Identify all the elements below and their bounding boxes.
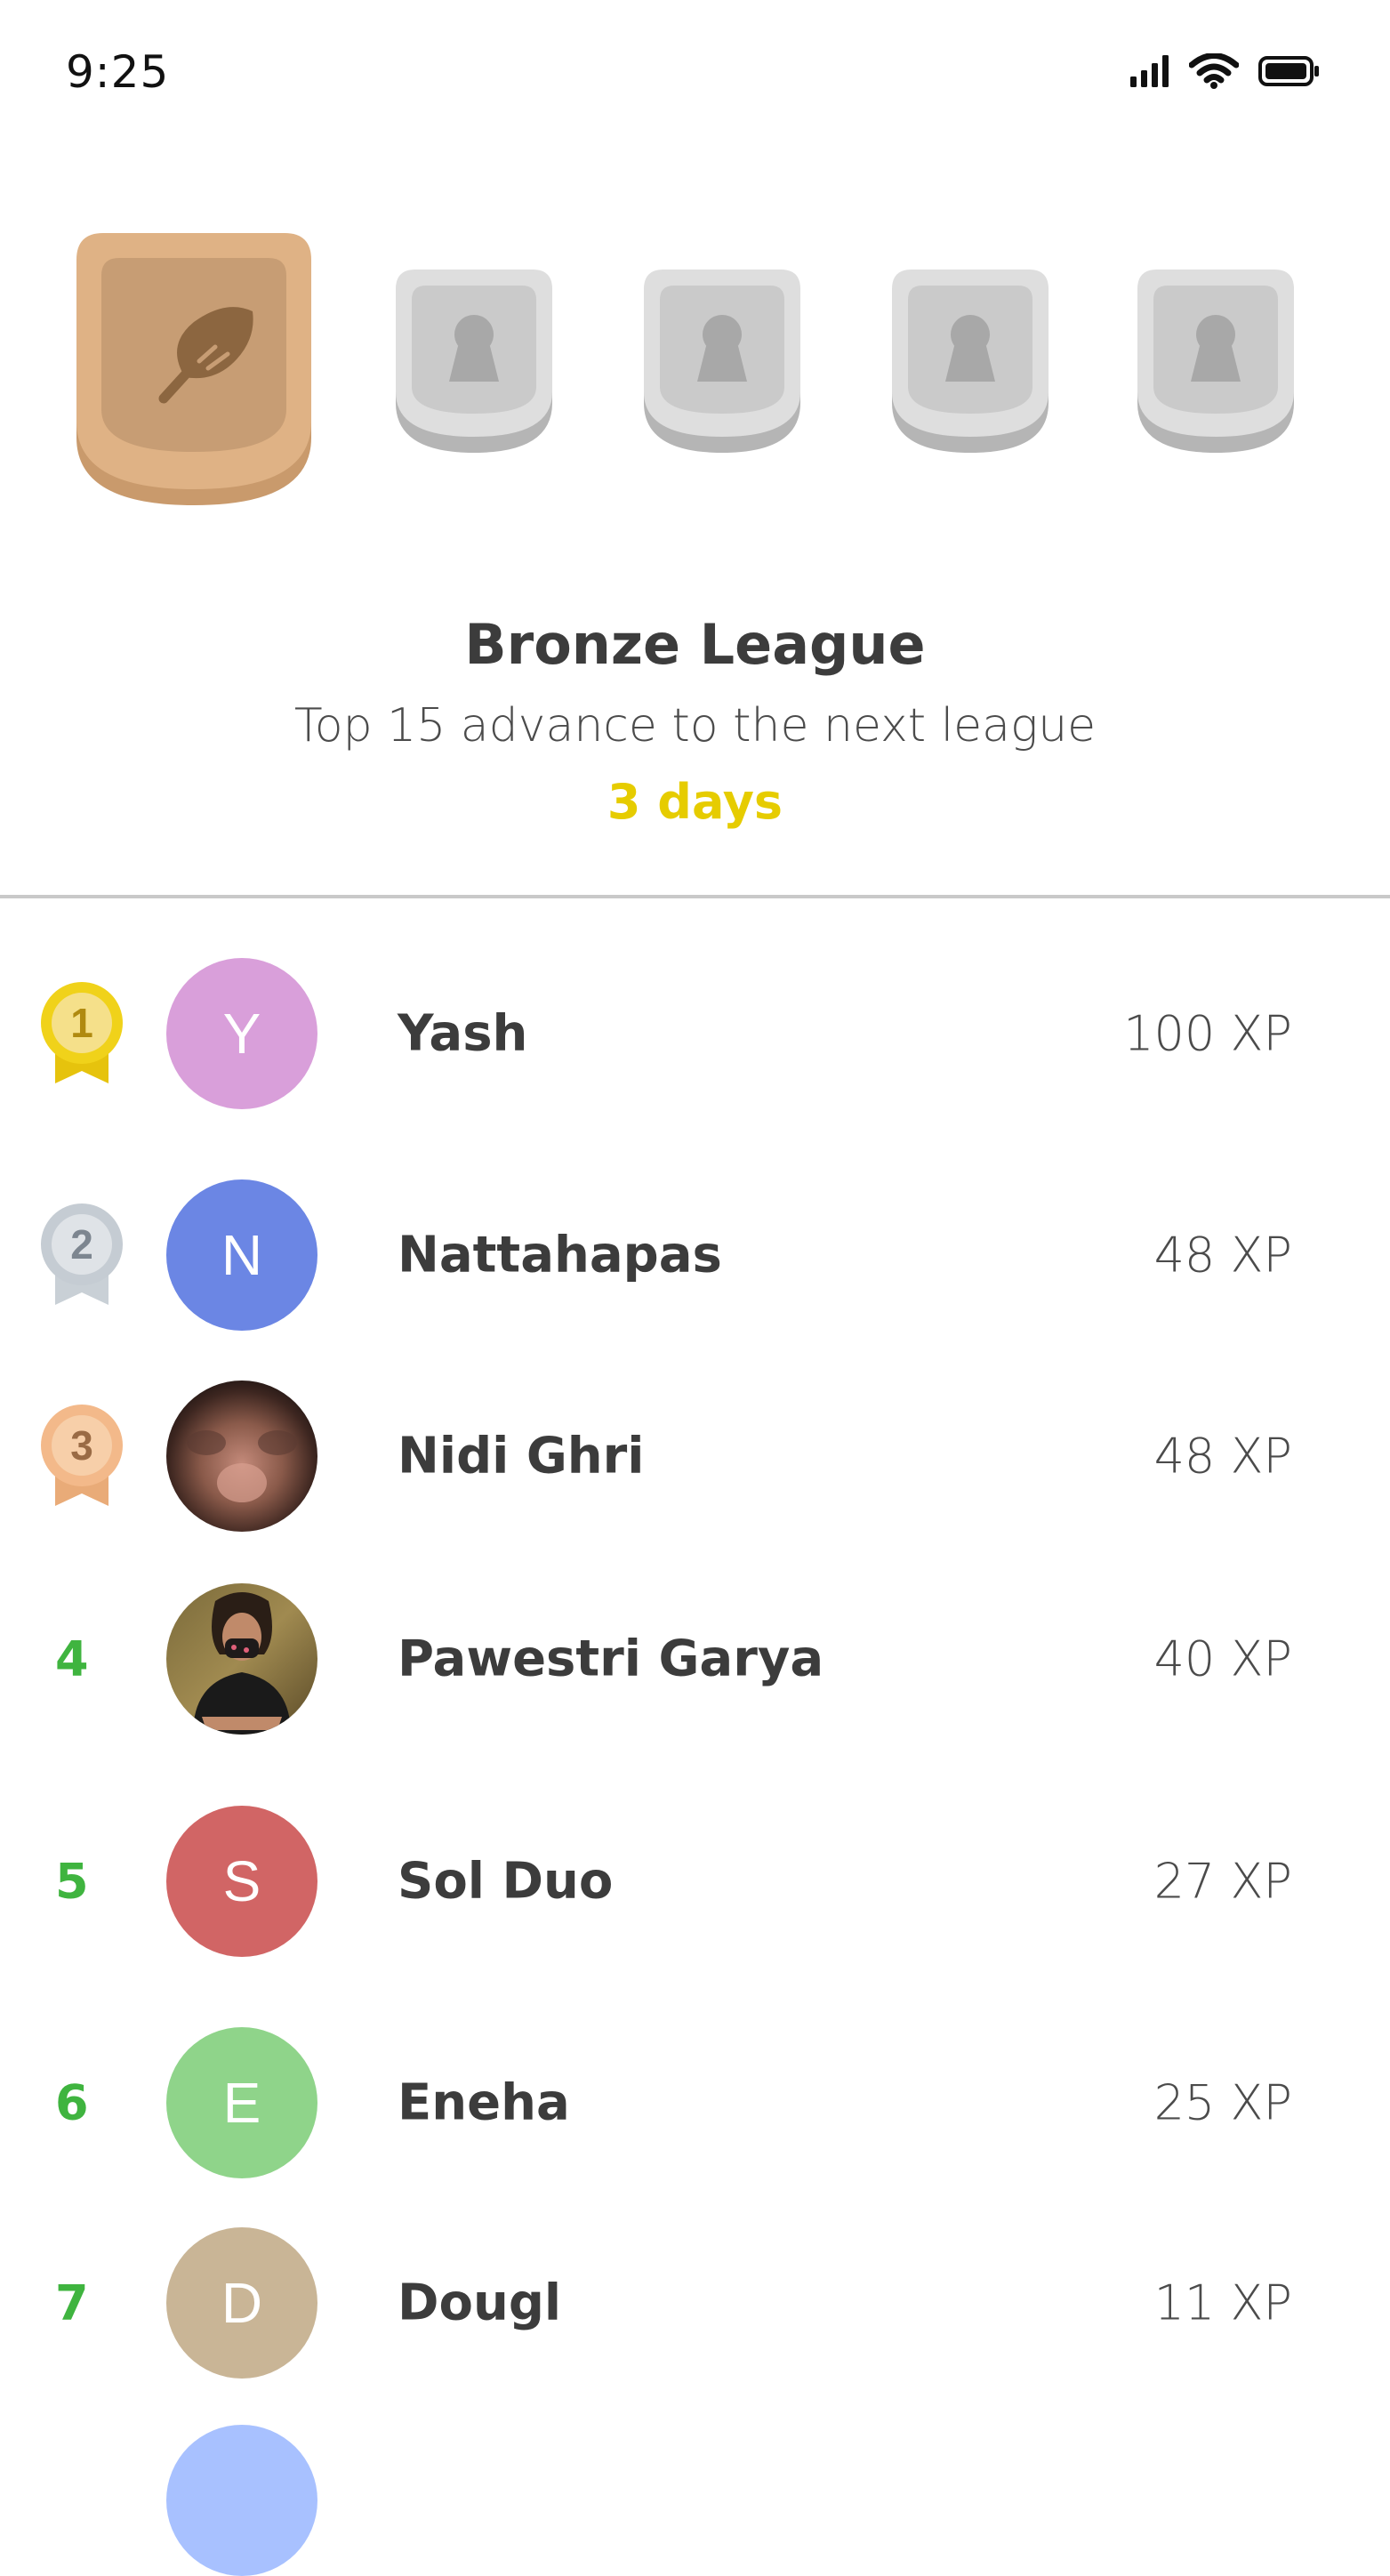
user-xp: 100 XP <box>1123 1005 1292 1062</box>
avatar-initial: N <box>221 1223 263 1287</box>
avatar[interactable]: S <box>166 1806 317 1957</box>
leaderboard-row[interactable]: 5 S Sol Duo 27 XP <box>0 1806 1390 1957</box>
gold-medal-icon: 1 <box>41 982 123 1083</box>
rank-number: 4 <box>55 1630 89 1687</box>
user-xp: 27 XP <box>1153 1853 1292 1910</box>
leaderboard-row[interactable]: 2 N Nattahapas 48 XP <box>0 1179 1390 1331</box>
user-name: Nidi Ghri <box>398 1427 645 1485</box>
leaderboard-row[interactable] <box>0 2425 1390 2576</box>
battery-icon <box>1258 56 1319 86</box>
leaderboard-row[interactable]: 4 Pawestri Garya 40 XP <box>0 1583 1390 1735</box>
cellular-signal-icon <box>1130 55 1169 87</box>
rank-number: 7 <box>55 2274 89 2331</box>
user-name: Pawestri Garya <box>398 1630 824 1688</box>
leaderboard-row[interactable]: 1 Y Yash 100 XP <box>0 958 1390 1109</box>
avatar[interactable]: E <box>166 2027 317 2178</box>
avatar-initial: S <box>222 1849 261 1913</box>
user-xp: 25 XP <box>1153 2074 1292 2131</box>
league-shields <box>0 231 1390 516</box>
avatar[interactable]: D <box>166 2227 317 2379</box>
user-xp: 48 XP <box>1153 1428 1292 1485</box>
avatar[interactable]: Y <box>166 958 317 1109</box>
status-icons <box>1130 53 1321 89</box>
user-xp: 40 XP <box>1153 1630 1292 1687</box>
status-time: 9:25 <box>66 46 170 98</box>
svg-text:3: 3 <box>70 1422 93 1469</box>
league-timer: 3 days <box>607 774 783 830</box>
league-subtitle: Top 15 advance to the next league <box>293 699 1097 753</box>
person-photo <box>166 1583 317 1735</box>
user-name: Yash <box>398 1004 528 1063</box>
locked-league-shield-1[interactable] <box>396 270 552 456</box>
league-title: Bronze League <box>464 612 926 677</box>
avatar[interactable]: N <box>166 1179 317 1331</box>
avatar-initial: Y <box>222 1002 261 1066</box>
locked-league-shield-2[interactable] <box>644 270 800 456</box>
user-name: Sol Duo <box>398 1852 614 1911</box>
leaderboard-row[interactable]: 7 D Dougl 11 XP <box>0 2227 1390 2379</box>
bronze-league-shield[interactable] <box>76 233 311 514</box>
svg-text:1: 1 <box>70 1000 93 1046</box>
avatar-photo[interactable] <box>166 1381 317 1532</box>
wifi-icon <box>1189 53 1239 89</box>
avatar[interactable] <box>166 2425 317 2576</box>
user-xp: 11 XP <box>1153 2274 1292 2331</box>
avatar-initial: D <box>221 2271 263 2335</box>
locked-league-shield-3[interactable] <box>892 270 1049 456</box>
locked-league-shield-4[interactable] <box>1137 270 1294 456</box>
blurred-photo <box>166 1381 317 1532</box>
user-name: Dougl <box>398 2274 562 2332</box>
avatar-photo[interactable] <box>166 1583 317 1735</box>
leaderboard-row[interactable]: 6 E Eneha 25 XP <box>0 2027 1390 2178</box>
user-xp: 48 XP <box>1153 1227 1292 1284</box>
rank-number: 6 <box>55 2074 89 2131</box>
status-bar: 9:25 <box>0 0 1390 156</box>
user-name: Eneha <box>398 2073 570 2132</box>
svg-text:2: 2 <box>70 1221 93 1268</box>
silver-medal-icon: 2 <box>41 1203 123 1305</box>
user-name: Nattahapas <box>398 1226 722 1284</box>
bronze-medal-icon: 3 <box>41 1405 123 1506</box>
rank-number: 5 <box>55 1853 89 1910</box>
leaderboard-row[interactable]: 3 Nidi Ghri 48 XP <box>0 1381 1390 1532</box>
leaderboard: 1 Y Yash 100 XP 2 N Nattahapas 48 XP 3 N… <box>0 898 1390 2576</box>
avatar-initial: E <box>222 2071 261 2135</box>
